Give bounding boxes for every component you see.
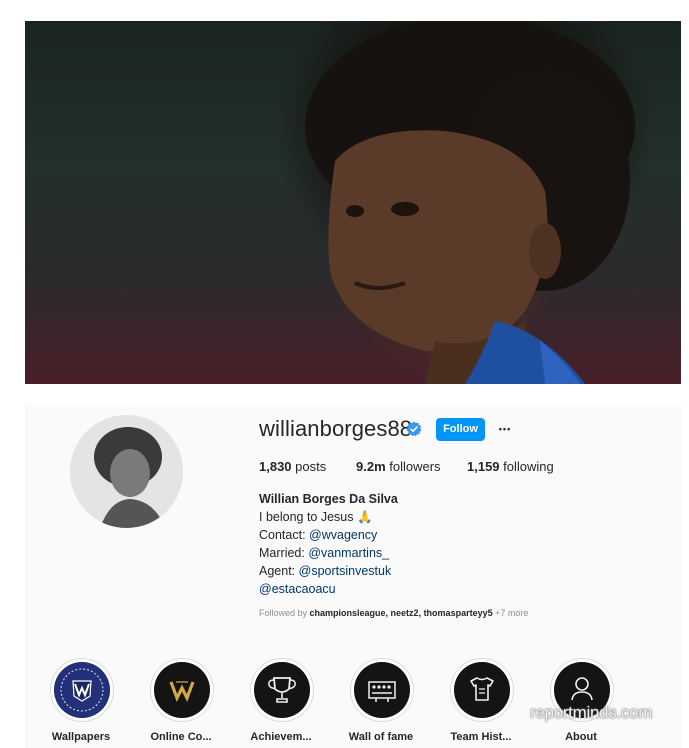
- contact-link[interactable]: @wvagency: [309, 528, 377, 542]
- followers-number: 9.2m: [356, 459, 386, 474]
- bio-agent: Agent: @sportsinvestuk: [259, 562, 391, 580]
- followed-by-prefix: Followed by: [259, 608, 310, 618]
- highlight-cover: [254, 662, 310, 718]
- avatar-image: [70, 415, 183, 528]
- jersey-icon: [455, 663, 509, 717]
- highlight-cover: [154, 662, 210, 718]
- highlight-label: Online Co...: [150, 731, 212, 743]
- bio-line: I belong to Jesus 🙏: [259, 510, 373, 524]
- highlight-label: Wallpapers: [51, 731, 111, 743]
- agent-label: Agent:: [259, 564, 299, 578]
- followed-by[interactable]: Followed by championsleague, neetz2, tho…: [259, 608, 528, 618]
- followed-by-names: championsleague, neetz2, thomasparteyy5: [309, 608, 493, 618]
- following-count[interactable]: 1,159 following: [467, 459, 554, 474]
- highlight-team-history[interactable]: [450, 658, 514, 722]
- highlight-label: About: [565, 731, 597, 743]
- bio-extra: @estacaoacu: [259, 580, 336, 598]
- highlight-wallpapers[interactable]: [50, 658, 114, 722]
- contact-label: Contact:: [259, 528, 310, 542]
- agent-link[interactable]: @sportsinvestuk: [299, 564, 392, 578]
- married-label: Married:: [259, 546, 309, 560]
- full-name: Willian Borges Da Silva: [259, 492, 398, 506]
- team-photo-icon: [355, 663, 409, 717]
- highlight-achievements[interactable]: [250, 658, 314, 722]
- highlight-label: Team Hist...: [450, 731, 512, 743]
- username: willianborges88: [259, 416, 413, 441]
- highlight-cover: [454, 662, 510, 718]
- more-options-button[interactable]: •••: [495, 418, 515, 440]
- follow-button[interactable]: Follow: [436, 418, 485, 441]
- followers-count[interactable]: 9.2m followers: [356, 459, 441, 474]
- w-shield-icon: [55, 663, 109, 717]
- bio-contact: Contact: @wvagency: [259, 526, 377, 544]
- avatar[interactable]: [70, 415, 183, 528]
- posts-count[interactable]: 1,830 posts: [259, 459, 326, 474]
- posts-label: posts: [295, 459, 327, 474]
- highlight-online-co[interactable]: [150, 658, 214, 722]
- watermark: reportminds.com: [530, 703, 653, 722]
- following-label: following: [503, 459, 554, 474]
- player-portrait: [305, 21, 635, 384]
- hero-photo: [25, 21, 681, 384]
- following-number: 1,159: [467, 459, 500, 474]
- extra-link[interactable]: @estacaoacu: [259, 582, 336, 596]
- posts-number: 1,830: [259, 459, 292, 474]
- followed-by-suffix: +7 more: [492, 608, 529, 618]
- bio-married: Married: @vanmartins_: [259, 544, 389, 562]
- trophy-icon: [255, 663, 309, 717]
- married-link[interactable]: @vanmartins_: [308, 546, 389, 560]
- w-gold-logo-icon: [155, 663, 209, 717]
- followers-label: followers: [389, 459, 441, 474]
- highlight-label: Achievem...: [250, 731, 312, 743]
- highlight-cover: [354, 662, 410, 718]
- highlight-wall-of-fame[interactable]: [350, 658, 414, 722]
- verified-badge-icon: [406, 421, 422, 437]
- highlight-cover: [54, 662, 110, 718]
- highlight-label: Wall of fame: [348, 731, 414, 743]
